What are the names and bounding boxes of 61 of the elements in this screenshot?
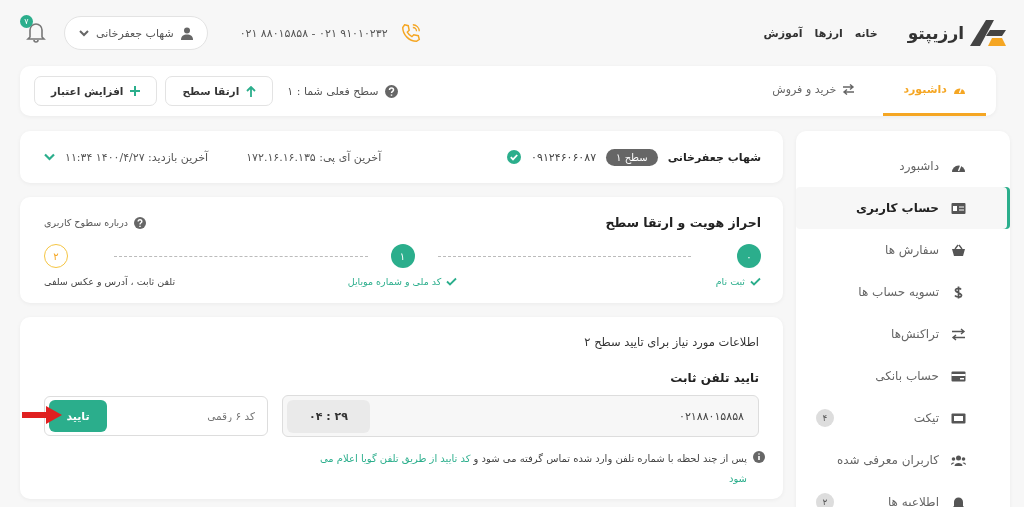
action-button[interactable]: ارتقا سطح bbox=[165, 76, 274, 106]
user-menu[interactable]: شهاب جعفرخانی bbox=[64, 16, 208, 50]
bell-icon[interactable] bbox=[26, 20, 46, 43]
check-icon bbox=[750, 277, 761, 286]
mobile-number: ۰۹۱۲۴۶۰۶۰۸۷ bbox=[531, 150, 597, 164]
plus-icon bbox=[130, 86, 141, 96]
count-badge: ۲ bbox=[816, 493, 834, 507]
level-badge: سطح ۱ bbox=[606, 148, 658, 166]
step-label: تلفن ثابت ، آدرس و عکس سلفی bbox=[44, 276, 176, 287]
step-label: ثبت نام bbox=[715, 276, 745, 287]
count-badge: ۴ bbox=[816, 409, 834, 427]
help-icon bbox=[384, 84, 398, 98]
nav-link[interactable]: ارزها bbox=[814, 26, 843, 40]
sidebar-item[interactable]: تراکنش‌ها bbox=[806, 313, 1000, 355]
arrow-icon bbox=[22, 406, 62, 424]
step-circle: ۰ bbox=[737, 244, 761, 268]
bank-icon bbox=[951, 369, 966, 383]
nav-link[interactable]: آموزش bbox=[763, 26, 803, 40]
current-level-text: سطح فعلی شما : ۱ bbox=[287, 84, 379, 98]
sidebar-item[interactable]: تیکت ۴ bbox=[806, 397, 1000, 439]
info-note: پس از چند لحظه با شماره تلفن وارد شده تماس گرفته می شود و کد تایید از طریق تلفن گویا اعلام می شود bbox=[318, 452, 747, 486]
user-icon bbox=[180, 26, 193, 40]
chevron-down-icon[interactable] bbox=[44, 153, 55, 161]
section-title: احراز هویت و ارتقا سطح bbox=[605, 215, 761, 230]
countdown-timer: ۰۴ : ۲۹ bbox=[287, 399, 370, 433]
phone-numbers: ۰۲۱ ۸۸۰۱۵۸۵۸ - ۰۲۱ ۹۱۰۱۰۲۳۲ bbox=[239, 26, 388, 40]
last-visit: آخرین بازدید: ۱۴۰۰/۴/۲۷ ۱۱:۳۴ bbox=[65, 150, 209, 164]
phone-icon bbox=[399, 22, 422, 44]
check-icon bbox=[446, 277, 458, 286]
card-icon bbox=[951, 201, 966, 215]
step-circle: ۱ bbox=[390, 244, 415, 268]
action-button[interactable]: افزایش اعتبار bbox=[34, 76, 158, 106]
form-section-title: تایید تلفن ثابت bbox=[669, 371, 759, 385]
sidebar-item[interactable]: کاربران معرفی شده bbox=[806, 439, 1000, 481]
ticket-icon bbox=[951, 411, 966, 425]
arrow-up-icon bbox=[246, 85, 257, 97]
swap-icon bbox=[951, 327, 966, 341]
form-heading: اطلاعات مورد نیاز برای تایید سطح ۲ bbox=[583, 335, 759, 349]
sidebar-item[interactable]: حساب بانکی bbox=[806, 355, 1000, 397]
sidebar-item[interactable]: داشبورد bbox=[806, 145, 1000, 187]
step-label: کد ملی و شماره موبایل bbox=[347, 276, 442, 287]
step-circle: ۲ bbox=[44, 244, 68, 268]
bell-icon bbox=[951, 495, 966, 507]
swap-icon bbox=[842, 84, 856, 95]
basket-icon bbox=[951, 243, 966, 257]
user-name: شهاب جعفرخانی bbox=[667, 150, 761, 164]
tab[interactable]: خرید و فروش bbox=[752, 66, 876, 116]
users-icon bbox=[951, 453, 966, 467]
chevron-down-icon bbox=[79, 29, 89, 37]
sidebar-item[interactable]: تسویه حساب ها bbox=[806, 271, 1000, 313]
phone-field[interactable]: ۰۲۱۸۸۰۱۵۸۵۸ ۰۴ : ۲۹ bbox=[282, 395, 759, 437]
notification-badge: ۷ bbox=[20, 14, 33, 28]
last-ip: آخرین آی پی: ۱۷۲.۱۶.۱۶.۱۳۵ bbox=[246, 150, 382, 164]
sidebar-item[interactable]: سفارش ها bbox=[806, 229, 1000, 271]
nav-link[interactable]: خانه bbox=[854, 26, 878, 40]
info-icon bbox=[753, 451, 765, 463]
help-link[interactable]: درباره سطوح کاربری bbox=[44, 217, 129, 228]
sidebar-item[interactable]: حساب کاربری bbox=[796, 187, 1010, 229]
logo-text: ارزیپتو bbox=[907, 23, 964, 43]
sidebar-item[interactable]: اطلاعیه ها ۲ bbox=[806, 481, 1000, 507]
help-icon bbox=[134, 216, 147, 229]
